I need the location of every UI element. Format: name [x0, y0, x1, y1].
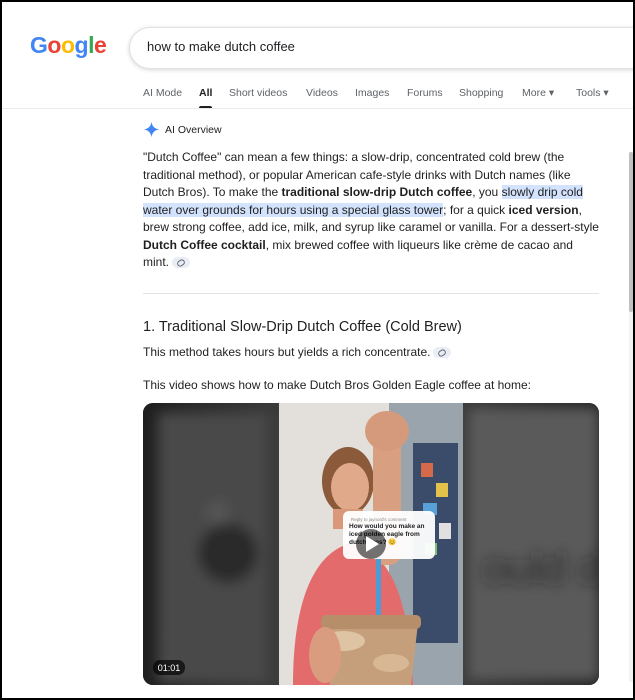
- bold-text: Dutch Coffee cocktail: [143, 237, 266, 252]
- section-title: 1. Traditional Slow-Drip Dutch Coffee (C…: [143, 319, 462, 335]
- tab-short-videos[interactable]: Short videos: [229, 87, 287, 99]
- logo-letter: g: [74, 32, 89, 58]
- link-chip-icon[interactable]: [433, 347, 452, 359]
- search-input[interactable]: [145, 38, 609, 55]
- reply-label: Reply to jaynord's comment: [351, 517, 407, 522]
- video-bg-text: ould d eagle: [483, 544, 599, 593]
- video-player[interactable]: ould d eagle: [143, 403, 599, 685]
- scrollbar-thumb[interactable]: [629, 152, 633, 312]
- text-run: , you: [472, 185, 502, 199]
- tab-tools[interactable]: Tools ▾: [576, 87, 609, 99]
- sparkle-icon: [143, 121, 160, 138]
- tab-more[interactable]: More ▾: [522, 87, 554, 99]
- ai-overview-text: "Dutch Coffee" can mean a few things: a …: [143, 149, 601, 272]
- video-intro: This video shows how to make Dutch Bros …: [143, 378, 531, 392]
- header-divider: [2, 108, 633, 109]
- logo-letter: o: [47, 32, 61, 58]
- logo-letter: e: [93, 32, 107, 58]
- ai-overview-label: AI Overview: [165, 124, 222, 136]
- tab-videos[interactable]: Videos: [306, 87, 338, 99]
- link-chip-icon[interactable]: [172, 257, 191, 269]
- section-divider: [143, 293, 599, 294]
- tab-shopping[interactable]: Shopping: [459, 87, 503, 99]
- play-icon[interactable]: [356, 529, 386, 559]
- tab-all[interactable]: All: [199, 87, 213, 109]
- tab-forums[interactable]: Forums: [407, 87, 443, 99]
- logo-letter: o: [60, 32, 75, 58]
- search-box[interactable]: [129, 27, 633, 69]
- bold-text: iced version: [508, 202, 579, 217]
- scrollbar[interactable]: [629, 152, 633, 682]
- google-logo[interactable]: Google: [30, 32, 107, 59]
- bold-text: traditional slow-drip Dutch coffee: [281, 185, 473, 199]
- logo-letter: G: [30, 32, 48, 58]
- section-desc: This method takes hours but yields a ric…: [143, 345, 431, 359]
- video-thumbnail: ould d eagle: [143, 403, 599, 685]
- tab-ai-mode[interactable]: AI Mode: [143, 87, 182, 99]
- browser-frame: Google AI Mode All Short videos Videos I…: [0, 0, 635, 700]
- duration-text: 01:01: [158, 663, 181, 673]
- section-desc-row: This method takes hours but yields a ric…: [143, 345, 452, 359]
- tab-images[interactable]: Images: [355, 87, 389, 99]
- text-run: ; for a quick: [443, 202, 509, 217]
